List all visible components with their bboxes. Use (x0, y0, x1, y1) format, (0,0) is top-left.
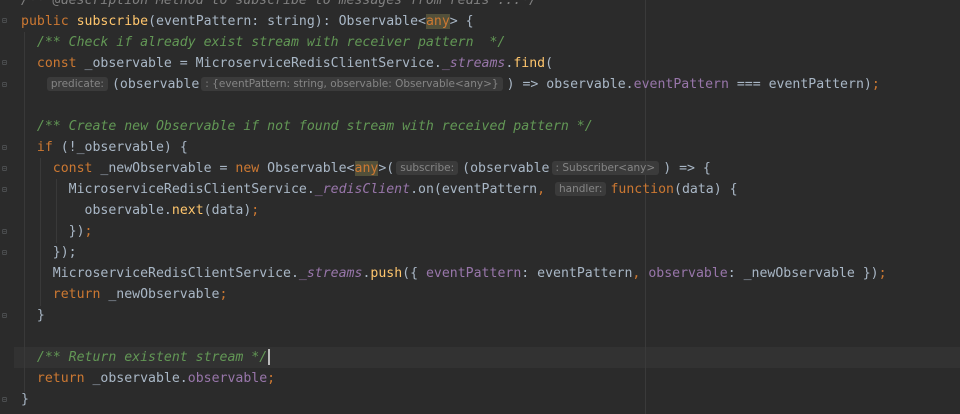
code-line: public subscribe(eventPattern: string): … (21, 14, 474, 29)
code-line: return _observable.observable; (36, 371, 276, 386)
code-line: /** Check if already exist stream with r… (36, 35, 506, 50)
type-hint: : {eventPattern: string, observable: Obs… (201, 77, 503, 91)
fold-marker-icon[interactable]: ⊟ (2, 227, 10, 236)
fold-marker-icon[interactable]: ⊟ (2, 58, 10, 67)
parameter-hint: handler: (555, 182, 607, 196)
code-line: } (21, 392, 29, 407)
code-editor[interactable]: /** @description Method to subscribe to … (21, 0, 887, 410)
editor-gutter: ⊟ ⊟ ⊟ ⊟ ⊟ ⊟ ⊟ ⊟ ⊟ ⊟ (0, 0, 14, 414)
code-line-current: /** Return existent stream */ (21, 347, 887, 368)
fold-marker-icon[interactable]: ⊟ (2, 164, 10, 173)
code-line: } (36, 308, 45, 323)
code-line: /** @description Method to subscribe to … (21, 0, 538, 8)
fold-marker-icon[interactable]: ⊟ (2, 248, 10, 257)
code-line: }); (68, 224, 93, 239)
parameter-hint: subscribe: (396, 161, 459, 175)
code-line: observable.next(data); (84, 203, 260, 218)
code-line: /** Create new Observable if not found s… (36, 119, 593, 134)
fold-marker-icon[interactable]: ⊟ (2, 143, 10, 152)
parameter-hint: predicate: (46, 77, 108, 91)
code-line: MicroserviceRedisClientService._redisCli… (68, 182, 738, 197)
fold-marker-icon[interactable]: ⊟ (2, 185, 10, 194)
code-line: if (!_observable) { (36, 140, 188, 155)
fold-marker-icon[interactable]: ⊟ (2, 16, 10, 25)
code-line: const _newObservable = new Observable<an… (52, 161, 711, 176)
fold-marker-icon[interactable]: ⊟ (2, 395, 10, 404)
fold-marker-icon[interactable]: ⊟ (2, 80, 10, 89)
text-caret (268, 349, 271, 365)
code-line: MicroserviceRedisClientService._streams.… (52, 266, 887, 281)
type-hint: : Subscriber<any> (551, 161, 660, 175)
code-line: const _observable = MicroserviceRedisCli… (36, 56, 554, 71)
code-line: return _newObservable; (52, 287, 228, 302)
code-line: predicate: (observable: {eventPattern: st… (21, 74, 887, 95)
code-line: }); (52, 245, 77, 260)
fold-marker-icon[interactable]: ⊟ (2, 311, 10, 320)
